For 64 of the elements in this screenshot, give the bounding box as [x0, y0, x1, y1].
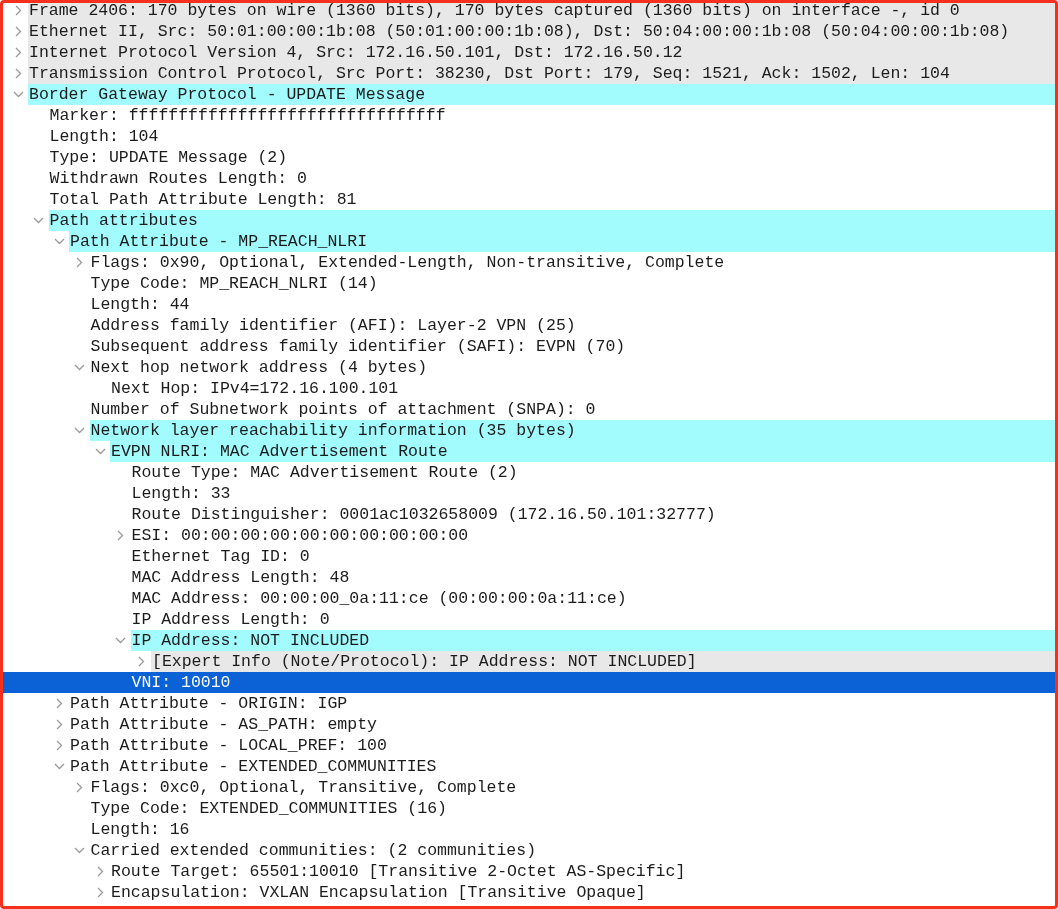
chevron-down-icon[interactable] — [12, 91, 24, 98]
tree-item[interactable]: Length: 44 — [89, 294, 1055, 315]
tree-item[interactable]: Route Distinguisher: 0001ac1032658009 (172.16.50.101:32777) — [130, 504, 1055, 525]
tree-item[interactable]: IP Address Length: 0 — [130, 609, 1055, 630]
chevron-down-icon[interactable] — [115, 637, 126, 644]
chevron-down-icon[interactable] — [53, 238, 65, 245]
chevron-down-icon[interactable] — [74, 427, 85, 434]
tree-item[interactable]: ESI: 00:00:00:00:00:00:00:00:00:00 — [130, 525, 1055, 546]
tree-item[interactable]: Length: 33 — [130, 483, 1055, 504]
chevron-down-icon[interactable] — [74, 847, 85, 854]
tree-item[interactable]: Encapsulation: VXLAN Encapsulation [Transitive Opaque] — [110, 882, 1055, 903]
tree-item[interactable]: Number of Subnetwork points of attachment (SNPA): 0 — [89, 399, 1055, 420]
tree-item[interactable]: Length: 104 — [48, 126, 1055, 147]
tree-item[interactable]: MAC Address Length: 48 — [130, 567, 1055, 588]
chevron-right-icon[interactable] — [137, 656, 145, 667]
tree-item[interactable]: Carried extended communities: (2 communities) — [89, 840, 1055, 861]
tree-item[interactable]: Ethernet Tag ID: 0 — [130, 546, 1055, 567]
tree-item[interactable]: Ethernet II, Src: 50:01:00:00:1b:08 (50:01:00:00:1b:08), Dst: 50:04:00:00:1b:08 (50:04:00:00:1b:08) — [28, 21, 1055, 42]
tree-item[interactable]: Type: UPDATE Message (2) — [48, 147, 1055, 168]
tree-item[interactable]: Path Attribute - MP_REACH_NLRI — [69, 231, 1055, 252]
chevron-down-icon[interactable] — [74, 364, 85, 371]
tree-item[interactable]: EVPN NLRI: MAC Advertisement Route — [110, 441, 1055, 462]
tree-item[interactable]: Type Code: MP_REACH_NLRI (14) — [89, 273, 1055, 294]
tree-item[interactable]: Withdrawn Routes Length: 0 — [48, 168, 1055, 189]
chevron-right-icon[interactable] — [76, 782, 83, 793]
tree-item[interactable]: Marker: ffffffffffffffffffffffffffffffff — [48, 105, 1055, 126]
chevron-right-icon[interactable] — [55, 698, 63, 709]
chevron-right-icon[interactable] — [76, 257, 83, 268]
tree-item[interactable]: Type Code: EXTENDED_COMMUNITIES (16) — [89, 798, 1055, 819]
tree-item[interactable]: Subsequent address family identifier (SAFI): EVPN (70) — [89, 336, 1055, 357]
chevron-right-icon[interactable] — [14, 68, 22, 79]
tree-item[interactable]: Path Attribute - EXTENDED_COMMUNITIES — [69, 756, 1055, 777]
tree-item[interactable]: Network layer reachability information (35 bytes) — [89, 420, 1055, 441]
chevron-right-icon[interactable] — [14, 26, 22, 37]
tree-item[interactable]: Length: 16 — [89, 819, 1055, 840]
tree-item[interactable]: Border Gateway Protocol - UPDATE Message — [28, 84, 1055, 105]
chevron-right-icon[interactable] — [14, 5, 22, 16]
chevron-right-icon[interactable] — [55, 740, 63, 751]
tree-item[interactable]: Path Attribute - AS_PATH: empty — [69, 714, 1055, 735]
tree-item[interactable]: Path attributes — [48, 210, 1055, 231]
tree-item[interactable]: Route Target: 65501:10010 [Transitive 2-Octet AS-Specific] — [110, 861, 1055, 882]
tree-item[interactable]: Address family identifier (AFI): Layer-2 VPN (25) — [89, 315, 1055, 336]
tree-item[interactable]: [Expert Info (Note/Protocol): IP Address: NOT INCLUDED] — [151, 651, 1055, 672]
chevron-right-icon[interactable] — [55, 719, 63, 730]
tree-item[interactable]: MAC Address: 00:00:00_0a:11:ce (00:00:00:0a:11:ce) — [130, 588, 1055, 609]
chevron-right-icon[interactable] — [96, 866, 104, 877]
chevron-down-icon[interactable] — [94, 448, 106, 455]
chevron-down-icon[interactable] — [53, 763, 65, 770]
tree-item[interactable]: Flags: 0x90, Optional, Extended-Length, Non-transitive, Complete — [89, 252, 1055, 273]
chevron-right-icon[interactable] — [96, 887, 104, 898]
tree-item[interactable]: Path Attribute - ORIGIN: IGP — [69, 693, 1055, 714]
tree-item[interactable]: Flags: 0xc0, Optional, Transitive, Complete — [89, 777, 1055, 798]
chevron-down-icon[interactable] — [33, 217, 44, 224]
tree-item[interactable]: Frame 2406: 170 bytes on wire (1360 bits), 170 bytes captured (1360 bits) on interface -, id 0 — [28, 3, 1055, 21]
tree-item[interactable]: Transmission Control Protocol, Src Port: 38230, Dst Port: 179, Seq: 1521, Ack: 1502, Len: 104 — [28, 63, 1055, 84]
tree-item[interactable]: IP Address: NOT INCLUDED — [130, 630, 1055, 651]
chevron-right-icon[interactable] — [117, 530, 124, 541]
tree-item[interactable]: Next hop network address (4 bytes) — [89, 357, 1055, 378]
tree-item[interactable]: Total Path Attribute Length: 81 — [48, 189, 1055, 210]
tree-item[interactable]: Internet Protocol Version 4, Src: 172.16.50.101, Dst: 172.16.50.12 — [28, 42, 1055, 63]
chevron-right-icon[interactable] — [14, 47, 22, 58]
tree-item[interactable]: Path Attribute - LOCAL_PREF: 100 — [69, 735, 1055, 756]
tree-item[interactable]: Next Hop: IPv4=172.16.100.101 — [110, 378, 1055, 399]
tree-item[interactable]: Route Type: MAC Advertisement Route (2) — [130, 462, 1055, 483]
